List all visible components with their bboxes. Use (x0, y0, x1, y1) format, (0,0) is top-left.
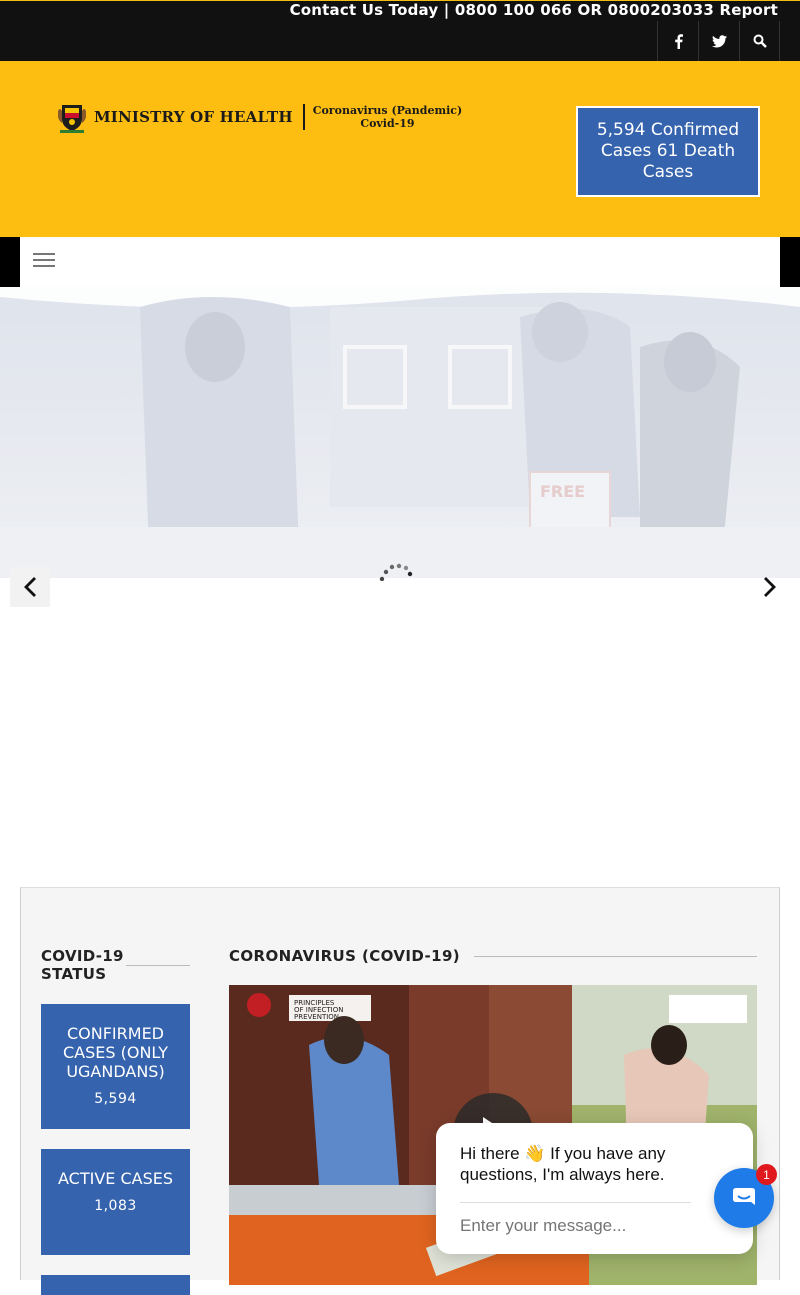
stat-value: 5,594 (94, 1091, 137, 1107)
status-heading: COVID-19 STATUS (41, 947, 124, 983)
section-heading: CORONAVIRUS (COVID-19) (229, 947, 461, 965)
chat-notification-badge: 1 (756, 1164, 777, 1185)
logo-divider (302, 104, 305, 130)
stat-card-confirmed[interactable]: CONFIRMED CASES (ONLY UGANDANS) 5,594 (41, 1004, 190, 1129)
stat-value: 1,083 (94, 1198, 137, 1214)
facebook-icon[interactable] (657, 21, 698, 61)
nav-bar (0, 237, 800, 287)
chevron-right-icon (764, 577, 776, 597)
hero-slide-image: FREE (0, 287, 800, 578)
cases-banner[interactable]: 5,594 Confirmed Cases 61 Death Cases (576, 106, 760, 197)
loading-spinner-icon (378, 561, 414, 582)
logo-subtitle-line2: Covid-19 (360, 117, 415, 130)
logo-subtitle: Coronavirus (Pandemic) Covid-19 (313, 104, 462, 130)
chevron-left-icon (24, 577, 36, 597)
social-bar (657, 21, 780, 61)
search-icon[interactable] (739, 21, 780, 61)
slide-free-text: FREE (540, 482, 585, 501)
slider-prev-button[interactable] (10, 567, 50, 607)
slider-next-button[interactable] (750, 567, 790, 607)
chat-popup: Hi there 👋 If you have any questions, I'… (436, 1123, 753, 1254)
chat-message-input[interactable] (460, 1216, 700, 1236)
uganda-crest-icon (58, 105, 86, 133)
stat-card-active[interactable]: ACTIVE CASES 1,083 (41, 1149, 190, 1255)
video-caption-3: PREVENTION (294, 1013, 339, 1021)
status-heading-rule (126, 965, 190, 966)
section-heading-rule (474, 956, 757, 957)
chat-divider (460, 1202, 691, 1203)
contact-text: Contact Us Today | 0800 100 066 OR 08002… (289, 1, 778, 19)
stat-label: CONFIRMED CASES (ONLY UGANDANS) (63, 1024, 168, 1081)
site-header: MINISTRY OF HEALTH Coronavirus (Pandemic… (0, 61, 800, 237)
chat-bubble-icon (733, 1188, 755, 1205)
stat-card-next[interactable] (41, 1275, 190, 1295)
menu-icon[interactable] (33, 253, 55, 269)
ministry-title: MINISTRY OF HEALTH (94, 108, 293, 126)
top-bar: Contact Us Today | 0800 100 066 OR 08002… (0, 0, 800, 61)
logo-subtitle-line1: Coronavirus (Pandemic) (312, 104, 463, 117)
ministry-logo[interactable]: MINISTRY OF HEALTH Coronavirus (Pandemic… (58, 101, 462, 133)
twitter-icon[interactable] (698, 21, 739, 61)
chat-greeting: Hi there 👋 If you have any questions, I'… (460, 1144, 666, 1184)
stat-label: ACTIVE CASES (57, 1169, 173, 1188)
hero-slider: FREE (0, 287, 800, 887)
nav-inner (20, 237, 780, 287)
